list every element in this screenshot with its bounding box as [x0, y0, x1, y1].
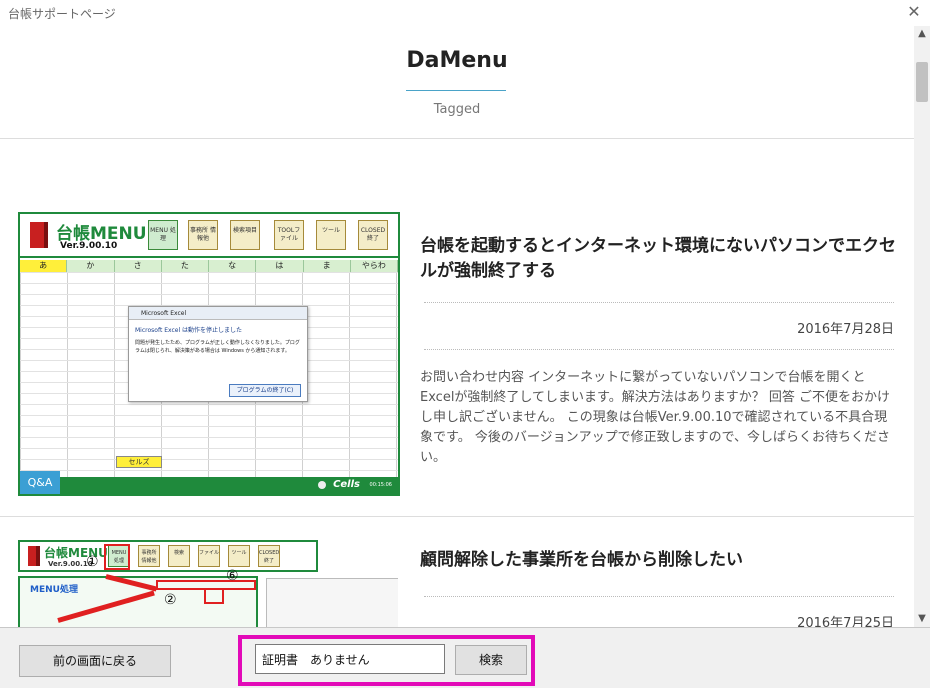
post-title-link[interactable]: 台帳を起動するとインターネット環境にないパソコンでエクセルが強制終了する: [420, 234, 898, 284]
post-date: 2016年7月28日: [797, 322, 894, 337]
panel-label: MENU処理: [30, 585, 78, 595]
scrollbar-thumb[interactable]: [916, 62, 928, 102]
post-thumbnail[interactable]: 台帳MENU Ver.9.00.10 MENU 処理 事務所 情報他 検索 ファ…: [18, 540, 398, 627]
dialog-body: 問題が発生したため、プログラムが正しく動作しなくなりました。プログラムは閉じられ…: [135, 340, 300, 354]
thumbnail-tool-search: 検索項目: [230, 220, 260, 250]
thumbnail-footer: Cells 00:15:06: [20, 477, 398, 494]
thumbnail-tool-closed: CLOSED 終了: [258, 545, 280, 567]
thumbnail-tool-file: ファイル: [198, 545, 220, 567]
post-item: 台帳MENU Ver.9.00.10 MENU 処理 事務所 情報他 検索 ファ…: [0, 540, 914, 627]
dialog-message: Microsoft Excel は動作を停止しました: [135, 327, 243, 334]
highlight-box: [204, 588, 224, 604]
window-titlebar: 台帳サポートページ ✕: [0, 0, 930, 26]
highlight-box: [104, 544, 130, 570]
thumbnail-tool-tools: ツール: [316, 220, 346, 250]
page-subtitle: Tagged: [433, 102, 481, 117]
back-button[interactable]: 前の画面に戻る: [19, 645, 171, 677]
thumbnail-tool-office: 事務所 情報他: [188, 220, 218, 250]
scroll-down-icon[interactable]: ▼: [914, 611, 930, 627]
thumbnail-side-panel: [266, 578, 398, 627]
thumbnail-tool-menu: MENU 処 理: [148, 220, 178, 250]
vertical-scrollbar[interactable]: ▲ ▼: [914, 26, 930, 627]
thumbnail-kana-columns: あ か さ た な は ま やらわ: [20, 260, 398, 272]
step-marker: ②: [164, 592, 177, 608]
title-divider: [406, 90, 506, 91]
bottom-toolbar: 前の画面に戻る 検索: [0, 627, 930, 688]
thumbnail-tool-closed: CLOSED 終了: [358, 220, 388, 250]
thumbnail-tool-search: 検索: [168, 545, 190, 567]
step-marker: ①: [86, 554, 99, 570]
ledger-book-icon: [28, 546, 40, 566]
kana-col: あ: [20, 260, 68, 272]
post-excerpt: お問い合わせ内容 インターネットに繋がっていないパソコンで台帳を開くとExcel…: [420, 370, 891, 465]
step-marker: ⑥: [226, 568, 239, 584]
post-item: 台帳MENU Ver.9.00.10 MENU 処 理 事務所 情報他 検索項目…: [0, 212, 914, 517]
category-badge[interactable]: Q&A: [20, 471, 60, 494]
kana-col: やらわ: [350, 260, 398, 272]
thumbnail-error-dialog: Microsoft Excel Microsoft Excel は動作を停止しま…: [128, 306, 308, 402]
ledger-book-icon: [30, 222, 48, 248]
thumbnail-cell-label: セルズ: [116, 456, 162, 468]
page-header: DaMenu Tagged: [0, 26, 914, 139]
divider: [424, 596, 894, 597]
thumbnail-version: Ver.9.00.10: [60, 241, 118, 251]
thumbnail-menu-banner: 台帳MENU Ver.9.00.10 MENU 処理 事務所 情報他 検索 ファ…: [18, 540, 318, 572]
footer-brand: Cells: [333, 479, 360, 490]
thumbnail-menu-banner: 台帳MENU Ver.9.00.10 MENU 処 理 事務所 情報他 検索項目…: [20, 214, 398, 258]
thumbnail-tool-tools: ツール: [228, 545, 250, 567]
close-icon[interactable]: ✕: [904, 2, 924, 22]
dialog-close-program-button: プログラムの終了(C): [229, 384, 301, 397]
footer-time: 00:15:06: [369, 482, 392, 488]
kana-col: た: [161, 260, 209, 272]
page-title: DaMenu: [406, 48, 508, 73]
kana-col: か: [67, 260, 115, 272]
divider: [424, 302, 894, 303]
divider: [424, 349, 894, 350]
page-content: DaMenu Tagged 台帳MENU Ver.9.00.10 MENU 処 …: [0, 26, 914, 627]
post-date: 2016年7月25日: [797, 616, 894, 627]
kana-col: な: [209, 260, 257, 272]
scroll-up-icon[interactable]: ▲: [914, 26, 930, 42]
thumbnail-tool-office: 事務所 情報他: [138, 545, 160, 567]
search-button[interactable]: 検索: [455, 645, 527, 675]
search-input[interactable]: [255, 644, 445, 674]
post-thumbnail[interactable]: 台帳MENU Ver.9.00.10 MENU 処 理 事務所 情報他 検索項目…: [18, 212, 400, 496]
cells-logo-icon: [318, 481, 326, 489]
thumbnail-tool-file: TOOLファイル: [274, 220, 304, 250]
kana-col: さ: [114, 260, 162, 272]
dialog-title: Microsoft Excel: [129, 307, 307, 320]
kana-col: ま: [303, 260, 351, 272]
kana-col: は: [256, 260, 304, 272]
window-title: 台帳サポートページ: [8, 7, 116, 21]
post-title-link[interactable]: 顧問解除した事業所を台帳から削除したい: [420, 548, 898, 573]
